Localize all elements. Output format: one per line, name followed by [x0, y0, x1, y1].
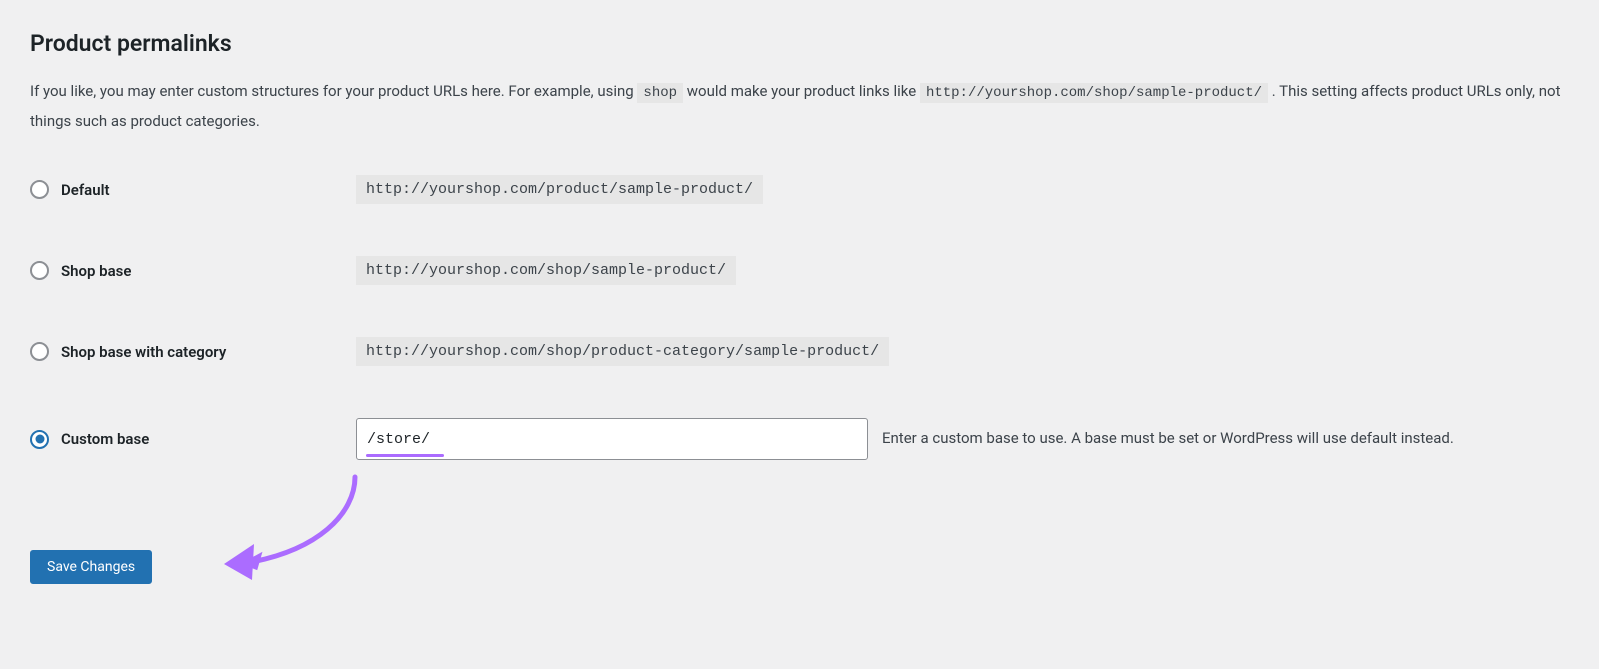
radio-custom-base[interactable]	[30, 430, 49, 449]
save-row: Save Changes	[30, 550, 1569, 584]
radio-shop-base[interactable]	[30, 261, 49, 280]
desc-text: If you like, you may enter custom struct…	[30, 82, 637, 100]
option-custom-base: Custom base Enter a custom base to use. …	[30, 418, 1569, 460]
custom-base-input[interactable]	[356, 418, 868, 460]
custom-base-cell: Enter a custom base to use. A base must …	[356, 418, 1569, 460]
custom-base-helper: Enter a custom base to use. A base must …	[882, 426, 1569, 452]
desc-code-url: http://yourshop.com/shop/sample-product/	[920, 83, 1268, 103]
permalink-description: If you like, you may enter custom struct…	[30, 77, 1569, 135]
radio-custom-base-wrap[interactable]: Custom base	[30, 430, 356, 449]
section-title: Product permalinks	[30, 30, 1569, 57]
radio-shop-base-category-wrap[interactable]: Shop base with category	[30, 342, 356, 361]
radio-shop-base-category[interactable]	[30, 342, 49, 361]
save-changes-button[interactable]: Save Changes	[30, 550, 152, 584]
radio-default[interactable]	[30, 180, 49, 199]
annotation-arrow-icon	[210, 472, 370, 582]
option-shop-base-category: Shop base with category http://yourshop.…	[30, 337, 1569, 366]
example-shop-base: http://yourshop.com/shop/sample-product/	[356, 256, 736, 285]
radio-default-label: Default	[61, 181, 110, 199]
permalink-options: Default http://yourshop.com/product/samp…	[30, 175, 1569, 460]
desc-code-shop: shop	[637, 83, 683, 103]
option-shop-base: Shop base http://yourshop.com/shop/sampl…	[30, 256, 1569, 285]
option-default: Default http://yourshop.com/product/samp…	[30, 175, 1569, 204]
radio-shop-base-wrap[interactable]: Shop base	[30, 261, 356, 280]
example-default: http://yourshop.com/product/sample-produ…	[356, 175, 763, 204]
radio-shop-base-category-label: Shop base with category	[61, 343, 226, 361]
desc-text: would make your product links like	[687, 82, 920, 100]
radio-shop-base-label: Shop base	[61, 262, 131, 280]
radio-default-wrap[interactable]: Default	[30, 180, 356, 199]
custom-base-input-wrap	[356, 418, 868, 460]
radio-custom-base-label: Custom base	[61, 430, 149, 448]
example-shop-base-category: http://yourshop.com/shop/product-categor…	[356, 337, 889, 366]
